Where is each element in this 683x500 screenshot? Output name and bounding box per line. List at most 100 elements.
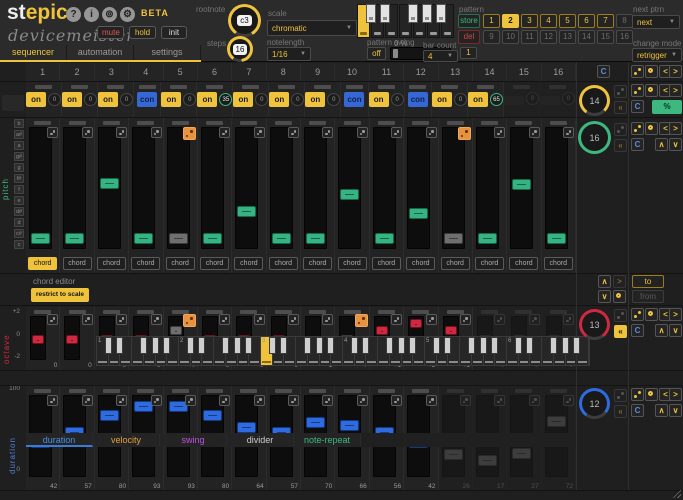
hold-button[interactable]: hold xyxy=(129,26,156,39)
scale-black-key[interactable] xyxy=(422,4,432,23)
chord-button[interactable]: chord xyxy=(440,257,470,270)
duration-lane-shift-right-button[interactable]: > xyxy=(669,388,682,401)
pattern-10-button[interactable]: 10 xyxy=(502,30,519,44)
black-key[interactable] xyxy=(479,337,487,354)
duration-random-dice-icon[interactable] xyxy=(563,395,574,406)
octave-random-dice-icon[interactable] xyxy=(182,314,196,327)
octave-random-dice-icon[interactable] xyxy=(494,314,506,325)
black-key[interactable] xyxy=(245,337,253,354)
black-key[interactable] xyxy=(350,337,358,354)
notelength-select[interactable]: 1/16 ▼ xyxy=(267,47,311,61)
duration-slider-handle[interactable] xyxy=(546,416,566,427)
black-key[interactable] xyxy=(151,337,159,354)
pitch-slider-handle[interactable] xyxy=(134,233,154,244)
trigger-lane-reset-icon[interactable] xyxy=(645,84,658,97)
step-probability-knob[interactable]: 0 xyxy=(390,93,404,106)
pitch-slider-track[interactable] xyxy=(304,127,327,249)
black-key[interactable] xyxy=(268,337,276,354)
pitch-slider-track[interactable] xyxy=(235,127,259,249)
pitch-slider-track[interactable] xyxy=(63,127,87,249)
value-tab-duration[interactable]: duration xyxy=(26,433,93,447)
octave-random-dice-icon[interactable] xyxy=(81,314,93,325)
duration-slider-handle[interactable] xyxy=(306,417,325,428)
black-key[interactable] xyxy=(104,337,112,354)
octave-random-dice-icon[interactable] xyxy=(528,314,540,325)
chord-shift-right-button[interactable]: > xyxy=(613,275,626,288)
pitch-lane-down-button[interactable]: ∨ xyxy=(669,138,682,151)
pattern-6-button[interactable]: 6 xyxy=(578,14,595,28)
chord-button[interactable]: chord xyxy=(371,257,401,270)
note-button-g[interactable]: g xyxy=(14,163,24,172)
black-key[interactable] xyxy=(163,337,171,354)
duration-random-dice-icon[interactable] xyxy=(425,395,437,406)
duration-slider-handle[interactable] xyxy=(477,455,497,466)
pitch-slider-handle[interactable] xyxy=(306,233,325,244)
duration-slider-handle[interactable] xyxy=(443,449,463,460)
step-probability-knob[interactable]: 0 xyxy=(454,93,467,106)
pitch-lane-length-knob[interactable]: 16 xyxy=(578,121,611,154)
pitch-slider-handle[interactable] xyxy=(546,233,566,244)
octave-random-dice-icon[interactable] xyxy=(288,314,299,325)
chord-button[interactable]: chord xyxy=(268,257,298,270)
pitch-lane-rewind-button[interactable]: « xyxy=(614,139,627,152)
pitch-random-dice-icon[interactable] xyxy=(81,127,93,138)
pitch-slider-handle[interactable] xyxy=(512,179,532,190)
duration-random-dice-icon[interactable] xyxy=(494,395,506,406)
pitch-slider-track[interactable] xyxy=(132,127,156,249)
scale-black-key[interactable] xyxy=(366,4,376,23)
pitch-slider-track[interactable] xyxy=(544,127,568,249)
pattern-delete-button[interactable]: del xyxy=(458,30,480,44)
duration-random-dice-icon[interactable] xyxy=(150,395,162,406)
step-con-button[interactable]: con xyxy=(344,92,365,107)
pattern-16-button[interactable]: 16 xyxy=(616,30,633,44)
black-key[interactable] xyxy=(526,337,534,354)
pitch-slider-handle[interactable] xyxy=(409,208,429,219)
duration-lane-down-button[interactable]: ∨ xyxy=(669,404,682,417)
chord-transpose-down-button[interactable]: ∨ xyxy=(598,290,611,303)
value-tab-swing[interactable]: swing xyxy=(160,433,227,447)
pitch-slider-handle[interactable] xyxy=(202,233,222,244)
gear-icon[interactable]: ⚙ xyxy=(120,7,135,22)
note-button-d[interactable]: d xyxy=(14,218,24,227)
pitch-slider-track[interactable] xyxy=(407,127,431,249)
duration-random-dice-icon[interactable] xyxy=(253,395,265,406)
pattern-4-button[interactable]: 4 xyxy=(540,14,557,28)
pattern-9-button[interactable]: 9 xyxy=(483,30,500,44)
change-mode-select[interactable]: retrigger ▼ xyxy=(632,48,682,62)
note-button-f#[interactable]: f# xyxy=(14,174,24,183)
bar-count-select[interactable]: 4 ▼ xyxy=(423,50,458,62)
black-key[interactable] xyxy=(303,337,311,354)
octave-random-dice-icon[interactable] xyxy=(253,314,265,325)
pitch-slider-track[interactable] xyxy=(269,127,293,249)
pitch-lane-reset-icon[interactable] xyxy=(645,122,658,135)
pattern-13-button[interactable]: 13 xyxy=(559,30,576,44)
octave-lane-copy-button[interactable]: C xyxy=(631,324,644,337)
chord-button[interactable]: chord xyxy=(509,257,539,270)
tab-settings[interactable]: settings xyxy=(134,45,201,60)
black-key[interactable] xyxy=(116,337,124,354)
note-button-c#[interactable]: c# xyxy=(14,229,24,238)
pattern-store-button[interactable]: store xyxy=(458,14,480,28)
octave-lane-up-button[interactable]: ∧ xyxy=(655,324,668,337)
next-pattern-select[interactable]: next ▼ xyxy=(632,15,680,29)
step-on-button[interactable]: on xyxy=(197,92,218,107)
trigger-lane-copy-button[interactable]: C xyxy=(631,100,644,113)
black-key[interactable] xyxy=(409,337,417,354)
chord-button[interactable]: chord xyxy=(62,257,92,270)
duration-lane-length-knob[interactable]: 12 xyxy=(579,388,610,419)
pitch-random-dice-icon[interactable] xyxy=(563,127,574,138)
step-con-button[interactable]: con xyxy=(407,92,428,107)
trigger-lane-dice-icon[interactable] xyxy=(631,84,644,97)
black-key[interactable] xyxy=(444,337,452,354)
octave-slider-handle[interactable] xyxy=(66,335,79,344)
pitch-slider-handle[interactable] xyxy=(374,233,394,244)
pitch-slider-track[interactable] xyxy=(475,127,499,249)
duration-random-dice-icon[interactable] xyxy=(81,395,93,406)
scale-black-key[interactable] xyxy=(436,4,446,23)
pattern-swing-off-button[interactable]: off xyxy=(367,47,386,60)
value-tab-divider[interactable]: divider xyxy=(227,433,294,447)
step-probability-knob[interactable]: 0 xyxy=(120,93,133,106)
octave-lane-reset-icon[interactable] xyxy=(645,308,658,321)
pitch-slider-track[interactable] xyxy=(29,127,52,249)
black-key[interactable] xyxy=(362,337,370,354)
